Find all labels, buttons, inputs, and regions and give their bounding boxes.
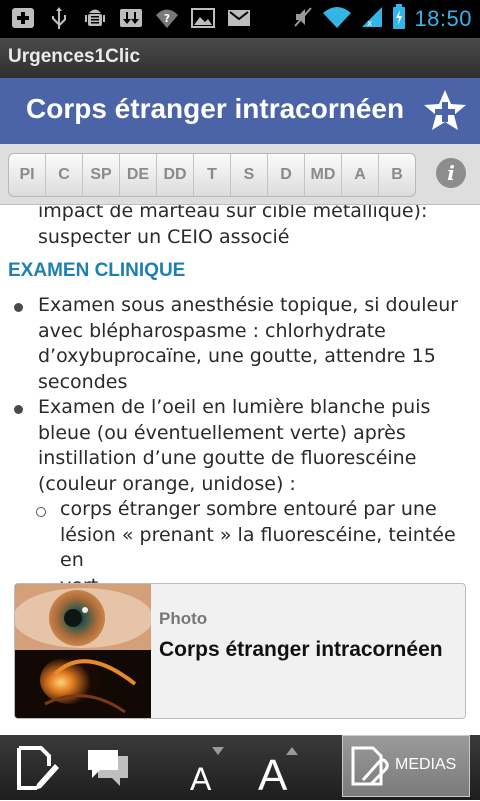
clock: 18:50	[414, 6, 472, 31]
tab-a[interactable]: A	[342, 154, 379, 196]
app-name: Urgences1Clic	[8, 46, 141, 67]
add-favorite-star-icon[interactable]	[422, 88, 468, 134]
note-edit-icon	[17, 745, 59, 790]
note-edit-button[interactable]	[8, 735, 64, 800]
list-item: Examen de l’oeil en lumière blanche puis…	[38, 396, 431, 495]
content-area[interactable]: impact de marteau sur cible métallique):…	[0, 205, 480, 735]
tab-b[interactable]: B	[379, 154, 415, 196]
bullet-icon	[14, 303, 23, 312]
download-icon	[118, 6, 144, 30]
add-icon	[10, 6, 36, 30]
app-bar: Urgences1Clic	[0, 38, 480, 78]
font-decrease-button[interactable]: A	[186, 735, 230, 800]
medias-label: MEDIAS	[395, 756, 457, 773]
media-title: Corps étranger intracornéen	[159, 638, 443, 661]
tab-t[interactable]: T	[194, 154, 231, 196]
continued-text: impact de marteau sur cible métallique):…	[38, 205, 428, 248]
signal-icon: x	[360, 5, 384, 33]
tab-d[interactable]: D	[268, 154, 305, 196]
battery-charging-icon	[392, 4, 406, 34]
bullet-icon	[14, 405, 23, 414]
page-title: Corps étranger intracornéen	[26, 93, 405, 124]
info-icon[interactable]: i	[436, 158, 466, 188]
sub-bullet-icon	[36, 507, 46, 517]
android-debug-icon	[82, 6, 108, 30]
media-card[interactable]: Photo Corps étranger intracornéen	[14, 583, 466, 719]
chevron-down-icon	[212, 747, 224, 755]
tab-md[interactable]: MD	[305, 154, 342, 196]
svg-text:?: ?	[164, 12, 170, 25]
gmail-icon	[226, 6, 252, 30]
usb-icon	[46, 6, 72, 30]
bottom-toolbar: A A MEDIAS	[0, 735, 480, 800]
tab-c[interactable]: C	[46, 154, 83, 196]
attachment-document-icon	[351, 746, 389, 786]
comments-button[interactable]	[80, 735, 136, 800]
list-item: Examen sous anesthésie topique, si doule…	[38, 294, 459, 393]
section-tabs-bar: PI C SP DE DD T S D MD A B i	[0, 144, 480, 205]
wifi-question-icon: ?	[154, 6, 180, 30]
svg-text:x: x	[367, 19, 373, 29]
section-tabs: PI C SP DE DD T S D MD A B	[8, 153, 416, 197]
mute-icon	[292, 5, 314, 33]
section-title: EXAMEN CLINIQUE	[8, 260, 186, 281]
chevron-up-icon	[286, 747, 298, 755]
tab-de[interactable]: DE	[120, 154, 157, 196]
media-type-label: Photo	[159, 609, 208, 628]
title-bar: Corps étranger intracornéen	[0, 78, 480, 144]
tab-s[interactable]: S	[231, 154, 268, 196]
tab-pi[interactable]: PI	[9, 154, 46, 196]
status-bar: ? x 18:50	[0, 0, 480, 38]
wifi-icon	[322, 5, 352, 33]
font-increase-button[interactable]: A	[256, 735, 306, 800]
eye-photo-thumbnail	[15, 584, 153, 718]
medias-button[interactable]: MEDIAS	[342, 735, 470, 797]
tab-sp[interactable]: SP	[83, 154, 120, 196]
tab-dd[interactable]: DD	[157, 154, 194, 196]
comments-icon	[88, 749, 128, 786]
image-icon	[190, 6, 216, 30]
